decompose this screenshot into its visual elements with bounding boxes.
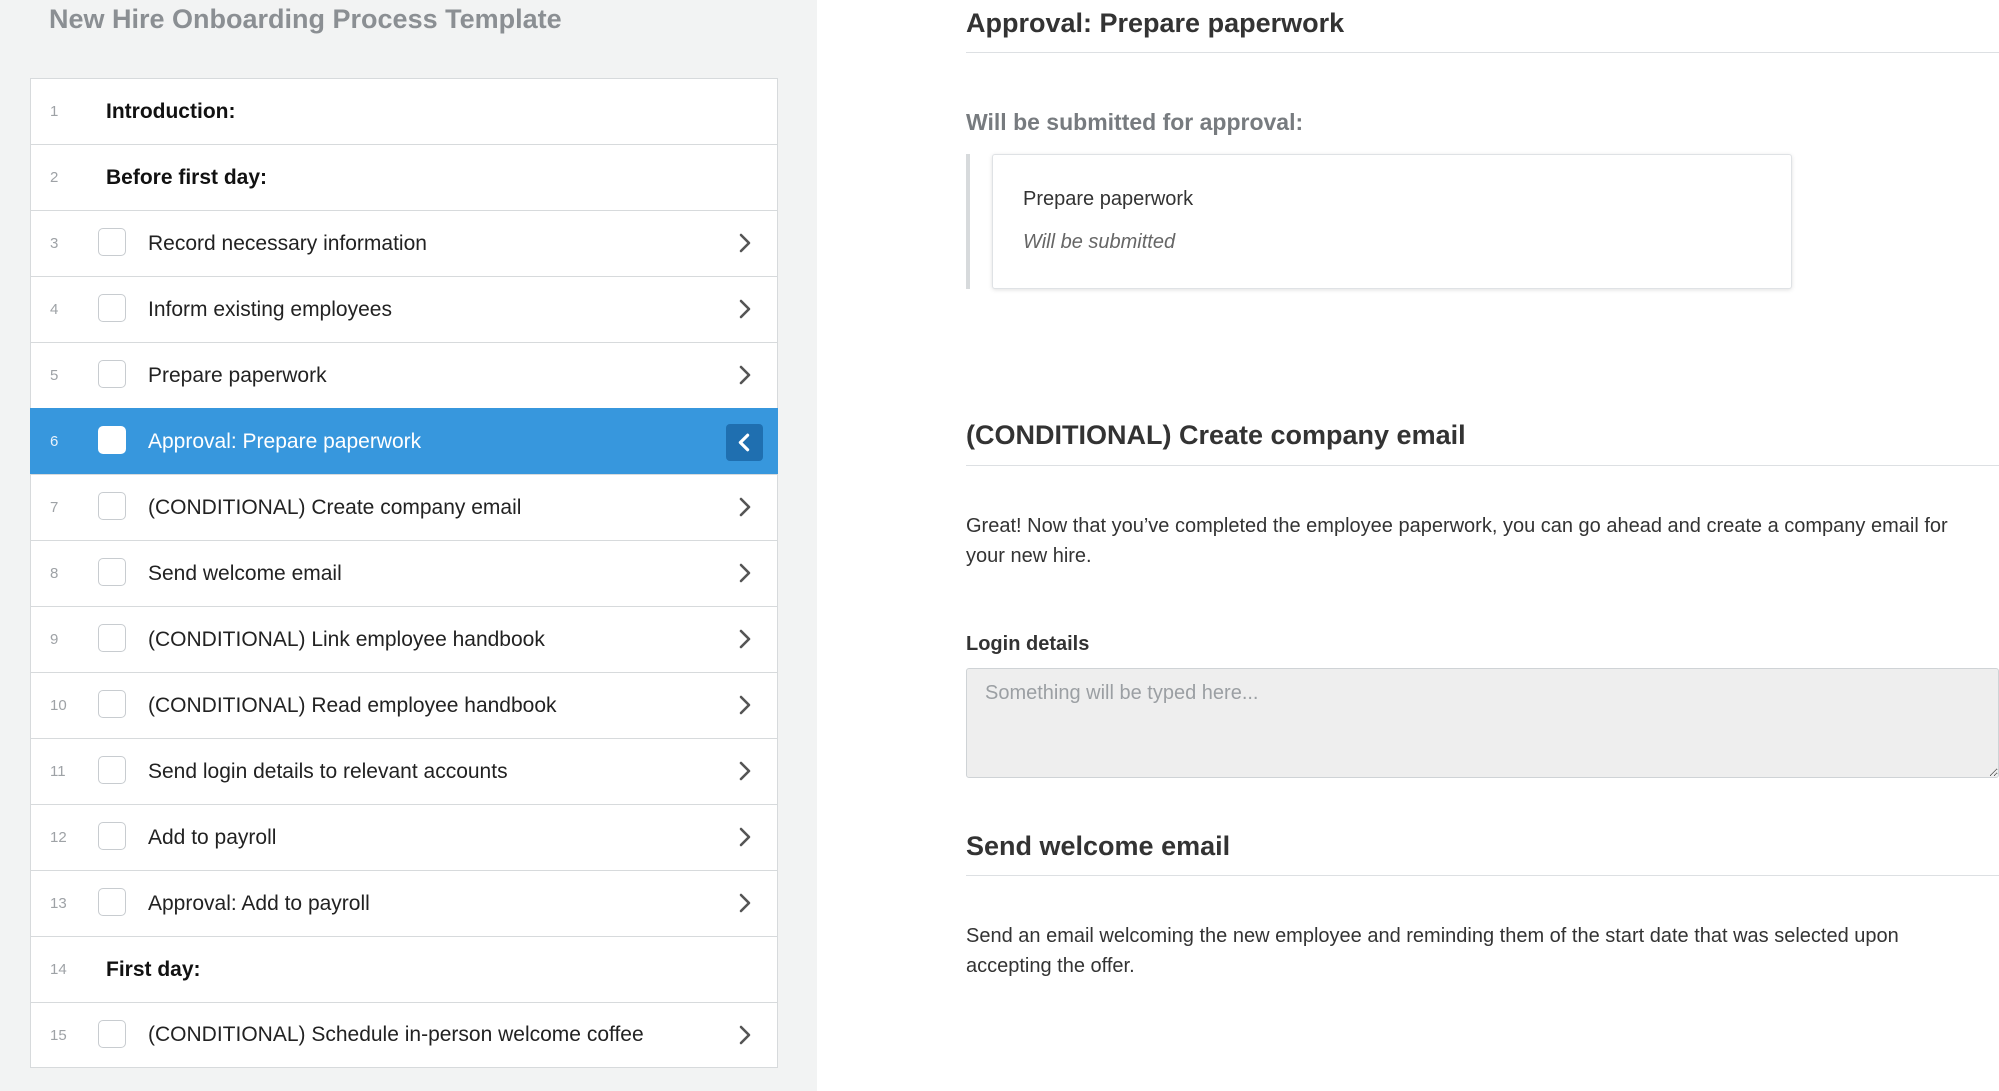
task-checkbox[interactable]	[98, 294, 126, 322]
chevron-right-icon[interactable]	[733, 627, 757, 651]
task-row[interactable]: 4 Inform existing employees	[30, 276, 778, 342]
task-row[interactable]: 5 Prepare paperwork	[30, 342, 778, 408]
task-row[interactable]: 6 Approval: Prepare paperwork	[30, 408, 778, 474]
approval-card-status: Will be submitted	[1023, 231, 1176, 253]
task-label: Approval: Prepare paperwork	[148, 429, 422, 453]
row-number: 14	[50, 961, 67, 978]
task-checkbox[interactable]	[98, 690, 126, 718]
section-heading-label: First day:	[106, 957, 201, 981]
template-title: New Hire Onboarding Process Template	[49, 4, 562, 34]
row-number: 3	[50, 235, 59, 252]
row-number: 8	[50, 565, 59, 582]
task-row[interactable]: 7 (CONDITIONAL) Create company email	[30, 474, 778, 540]
heading-divider	[966, 52, 1999, 53]
task-checkbox[interactable]	[98, 888, 126, 916]
task-label: (CONDITIONAL) Read employee handbook	[148, 693, 557, 717]
task-label: Record necessary information	[148, 231, 427, 255]
task-label: Send welcome email	[148, 561, 342, 585]
task-list: 1 Introduction: 2 Before first day: 3 Record …	[30, 78, 778, 1068]
task-checkbox[interactable]	[98, 360, 126, 388]
task-row[interactable]: 11 Send login details to relevant account…	[30, 738, 778, 804]
row-number: 10	[50, 697, 67, 714]
chevron-right-icon[interactable]	[733, 231, 757, 255]
chevron-left-icon[interactable]	[726, 424, 763, 461]
row-number: 9	[50, 631, 59, 648]
chevron-right-icon[interactable]	[733, 561, 757, 585]
row-number: 5	[50, 367, 59, 384]
heading-divider	[966, 465, 1999, 466]
task-detail-pane: Approval: Prepare paperwork Will be subm…	[817, 0, 1999, 1091]
login-details-field[interactable]	[966, 668, 1999, 778]
section-heading-label: Before first day:	[106, 165, 268, 189]
row-number: 7	[50, 499, 59, 516]
section-heading-row[interactable]: 14 First day:	[30, 936, 778, 1002]
section-heading-label: Introduction:	[106, 99, 236, 123]
section-heading-row[interactable]: 2 Before first day:	[30, 144, 778, 210]
task-label: (CONDITIONAL) Link employee handbook	[148, 627, 545, 651]
task-label: (CONDITIONAL) Schedule in-person welcome…	[148, 1023, 644, 1046]
chevron-right-icon[interactable]	[733, 891, 757, 915]
chevron-right-icon[interactable]	[733, 363, 757, 387]
chevron-right-icon[interactable]	[733, 693, 757, 717]
task-row[interactable]: 12 Add to payroll	[30, 804, 778, 870]
row-number: 4	[50, 301, 59, 318]
row-number: 6	[50, 433, 59, 450]
approval-card-task-name: Prepare paperwork	[1023, 188, 1194, 210]
row-number: 11	[50, 763, 66, 780]
task-checkbox[interactable]	[98, 822, 126, 850]
row-number: 2	[50, 169, 59, 186]
heading-divider	[966, 875, 1999, 876]
email-step-heading: (CONDITIONAL) Create company email	[966, 420, 1466, 450]
approval-accent-bar	[966, 154, 970, 289]
task-checkbox[interactable]	[98, 228, 126, 256]
task-checkbox[interactable]	[98, 624, 126, 652]
row-number: 1	[50, 103, 59, 120]
chevron-right-icon[interactable]	[733, 297, 757, 321]
task-label: Inform existing employees	[148, 297, 392, 321]
task-checkbox[interactable]	[98, 558, 126, 586]
task-row[interactable]: 13 Approval: Add to payroll	[30, 870, 778, 936]
task-row[interactable]: 9 (CONDITIONAL) Link employee handbook	[30, 606, 778, 672]
section-heading-row[interactable]: 1 Introduction:	[30, 78, 778, 144]
approval-subheading: Will be submitted for approval:	[966, 109, 1304, 135]
task-row[interactable]: 8 Send welcome email	[30, 540, 778, 606]
task-label: Add to payroll	[148, 825, 277, 849]
approval-heading: Approval: Prepare paperwork	[966, 8, 1345, 38]
row-number: 12	[50, 829, 67, 846]
chevron-right-icon[interactable]	[733, 495, 757, 519]
task-row[interactable]: 3 Record necessary information	[30, 210, 778, 276]
welcome-step-heading: Send welcome email	[966, 831, 1231, 861]
task-row[interactable]: 10 (CONDITIONAL) Read employee handbook	[30, 672, 778, 738]
task-row[interactable]: 15 (CONDITIONAL) Schedule in-person welco…	[30, 1002, 778, 1068]
approval-task-card: Prepare paperwork Will be submitted	[992, 154, 1792, 289]
task-checkbox[interactable]	[98, 426, 126, 454]
chevron-right-icon[interactable]	[733, 1023, 757, 1047]
task-list-pane: New Hire Onboarding Process Template 1 In…	[0, 0, 817, 1091]
task-label: Prepare paperwork	[148, 363, 327, 387]
task-checkbox[interactable]	[98, 756, 126, 784]
task-checkbox[interactable]	[98, 1020, 126, 1048]
task-label: Send login details to relevant accounts	[148, 759, 508, 783]
chevron-right-icon[interactable]	[733, 759, 757, 783]
email-step-description: Great! Now that you’ve completed the emp…	[966, 515, 1948, 567]
welcome-step-description: Send an email welcoming the new employee…	[966, 925, 1899, 977]
row-number: 15	[50, 1026, 67, 1044]
task-label: (CONDITIONAL) Create company email	[148, 495, 522, 519]
chevron-right-icon[interactable]	[733, 825, 757, 849]
row-number: 13	[50, 895, 67, 912]
login-details-label: Login details	[966, 633, 1090, 655]
task-label: Approval: Add to payroll	[148, 891, 370, 915]
task-checkbox[interactable]	[98, 492, 126, 520]
